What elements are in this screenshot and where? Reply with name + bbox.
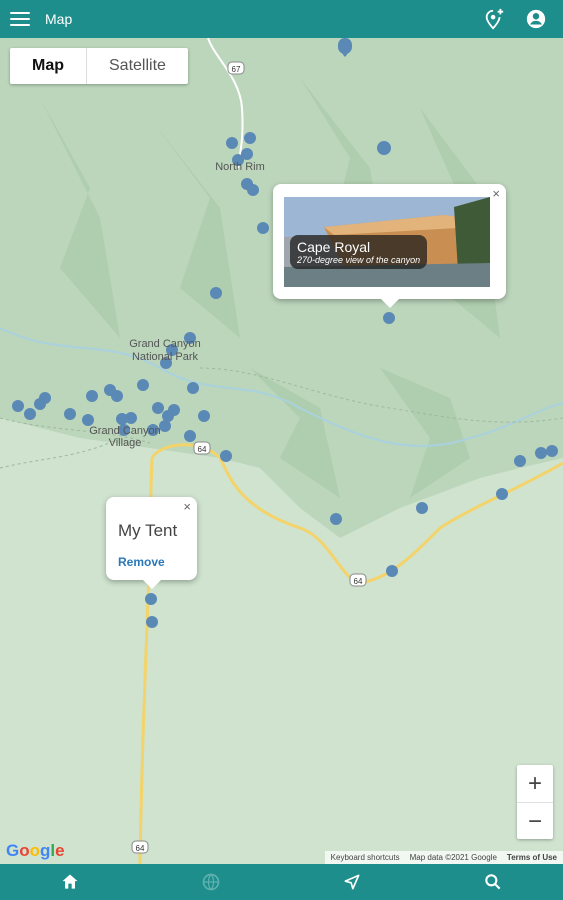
route-shield-67: 67 [227,61,245,75]
home-icon [62,874,78,889]
map-label-village-2: Village [109,437,142,449]
google-logo[interactable]: Google [6,841,65,861]
navigation-icon [344,874,360,890]
nav-navigation[interactable] [282,864,423,900]
cape-royal-title: Cape Royal [297,239,371,255]
cape-royal-photo[interactable]: Cape Royal 270-degree view of the canyon [284,197,490,287]
keyboard-shortcuts-link[interactable]: Keyboard shortcuts [331,853,400,862]
map-data-text: Map data ©2021 Google [409,853,497,862]
svg-text:64: 64 [136,844,145,853]
map-label-park-2: National Park [132,351,199,363]
map-attribution: Keyboard shortcuts Map data ©2021 Google… [324,851,563,864]
nav-home[interactable] [0,864,141,900]
map-type-map-button[interactable]: Map [10,48,87,84]
my-tent-title: My Tent [118,521,178,540]
svg-text:64: 64 [354,577,363,586]
map-label-park-1: Grand Canyon [129,338,201,350]
route-shield-64: 64 [193,441,211,455]
menu-icon[interactable] [10,12,30,26]
cape-royal-subtitle: 270-degree view of the canyon [297,255,421,265]
close-icon[interactable]: × [183,499,191,514]
globe-icon [202,873,220,891]
zoom-out-button[interactable]: − [517,803,553,840]
account-icon[interactable] [525,8,547,30]
zoom-in-button[interactable]: + [517,765,553,803]
cape-royal-popup[interactable]: × Cape Royal 270-degree view of the cany… [273,184,506,308]
route-shield-64: 64 [349,573,367,587]
svg-text:64: 64 [198,445,207,454]
zoom-controls: + − [517,765,553,839]
terms-link[interactable]: Terms of Use [507,853,557,862]
nav-globe[interactable] [141,864,282,900]
nav-search[interactable] [422,864,563,900]
map-label-village-1: Grand Canyon [89,425,161,437]
my-tent-popup[interactable]: × My Tent Remove [106,497,197,589]
close-icon[interactable]: × [492,186,500,201]
svg-text:67: 67 [232,65,241,74]
map-type-toggle: Map Satellite [10,48,188,84]
photo-caption: Cape Royal 270-degree view of the canyon [290,235,428,269]
add-location-icon[interactable] [483,8,505,30]
app-title: Map [45,11,73,27]
app-bar: Map [0,0,563,38]
remove-button[interactable]: Remove [118,555,165,569]
map-canvas[interactable]: 67 64 64 64 North Rim Grand Canyon Natio… [0,38,563,864]
bottom-nav [0,864,563,900]
map-type-satellite-button[interactable]: Satellite [87,48,188,84]
search-icon [484,874,501,890]
map-view[interactable]: 67 64 64 64 North Rim Grand Canyon Natio… [0,38,563,864]
route-shield-64: 64 [131,840,149,854]
map-label-north-rim: North Rim [215,161,265,173]
